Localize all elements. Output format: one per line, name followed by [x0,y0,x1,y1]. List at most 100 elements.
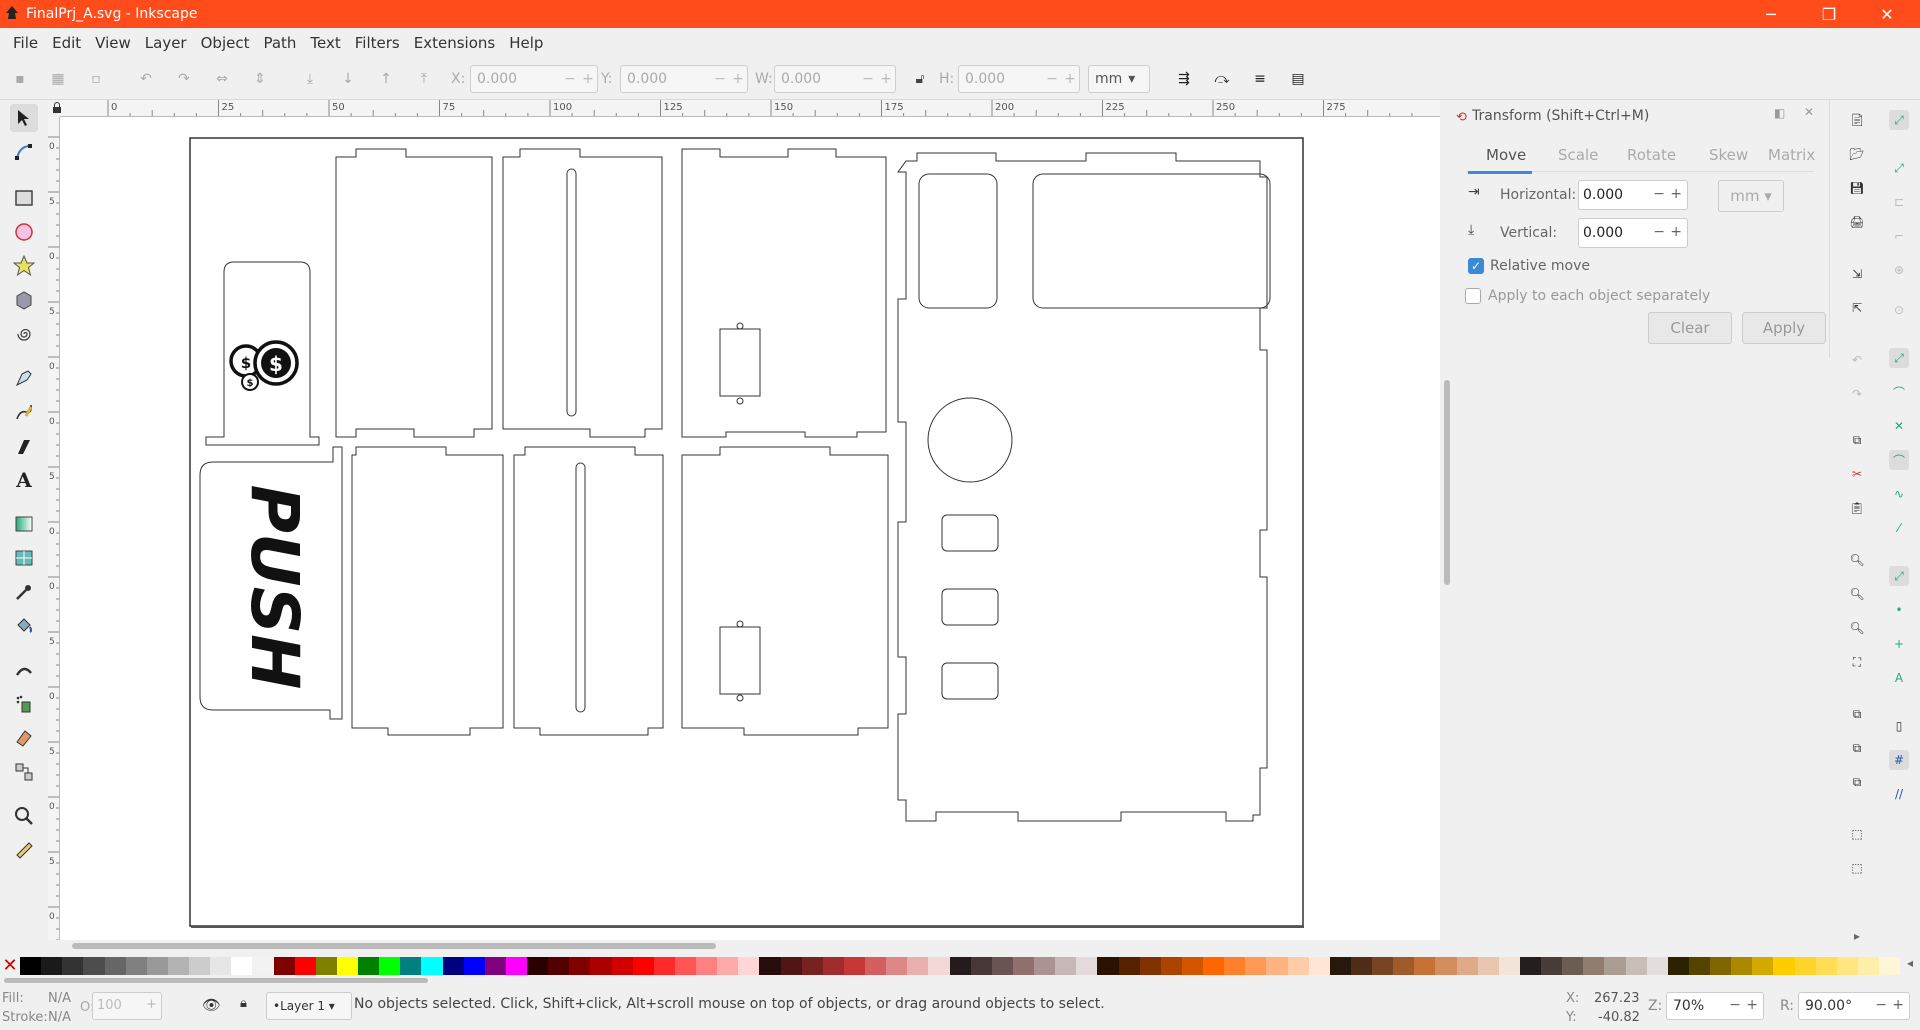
color-swatch[interactable] [590,957,612,975]
color-swatch[interactable] [294,957,316,975]
color-swatch[interactable] [780,957,802,975]
color-swatch[interactable] [1857,957,1879,975]
color-swatch[interactable] [1710,957,1732,975]
color-swatch[interactable] [653,957,675,975]
snap-guides-icon[interactable]: // [1889,784,1909,804]
open-icon[interactable]: 📂︎ [1847,144,1867,164]
apply-each-checkbox[interactable] [1465,288,1481,304]
measure-tool-icon[interactable] [10,836,38,864]
palette-menu-icon[interactable]: ◂ [1900,956,1920,976]
color-swatch[interactable] [548,957,570,975]
color-swatch[interactable] [336,957,358,975]
color-swatch[interactable] [822,957,844,975]
snap-intersections-icon[interactable]: ✕ [1889,416,1909,436]
rotate-input[interactable]: 90.00° − + [1798,992,1910,1020]
color-swatch[interactable] [189,957,211,975]
new-document-icon[interactable]: 📄︎ [1847,110,1867,130]
snap-centers-icon[interactable]: • [1889,600,1909,620]
color-swatch[interactable] [1794,957,1816,975]
color-swatch[interactable] [83,957,105,975]
color-swatch[interactable] [1076,957,1098,975]
color-swatch[interactable] [1456,957,1478,975]
snap-nodes-icon[interactable]: ⤢ [1889,348,1909,368]
color-swatch[interactable] [907,957,929,975]
horizontal-scroll-thumb[interactable] [72,943,716,949]
color-swatch[interactable] [759,957,781,975]
w-field[interactable]: W: 0.000 − + [755,65,896,93]
zoom-page-icon[interactable]: 🔍︎ [1847,618,1867,638]
color-swatch[interactable] [1329,957,1351,975]
rotate-cw-icon[interactable]: ↷ [172,67,196,91]
copy-icon[interactable]: ⧉ [1847,430,1867,450]
raise-icon[interactable]: ↑ [374,67,398,91]
undo-icon[interactable]: ↶ [1847,350,1867,370]
snap-bbox-corner-icon[interactable]: ⌐ [1889,226,1909,246]
3d-box-tool-icon[interactable] [10,286,38,314]
tweak-tool-icon[interactable] [10,656,38,684]
dock-icon[interactable]: ◧ [1774,106,1785,120]
menu-edit[interactable]: Edit [45,34,88,52]
color-swatch[interactable] [104,957,126,975]
lower-to-bottom-icon[interactable]: ⤓ [298,67,322,91]
zoom-tool-icon[interactable] [10,802,38,830]
scale-stroke-icon[interactable]: ⇶ [1172,67,1196,91]
color-swatch[interactable] [1372,957,1394,975]
select-all-layers-icon[interactable]: ▦ [46,67,70,91]
color-swatch[interactable] [125,957,147,975]
color-swatch[interactable] [1815,957,1837,975]
scale-corners-icon[interactable]: ⤼ [1210,67,1234,91]
snap-paths-icon[interactable]: ⌒ [1889,382,1909,402]
flip-horizontal-icon[interactable]: ⇔ [210,67,234,91]
calligraphy-tool-icon[interactable] [10,432,38,460]
menu-path[interactable]: Path [256,34,303,52]
color-swatch[interactable] [1097,957,1119,975]
pencil-tool-icon[interactable] [10,398,38,426]
color-swatch[interactable] [379,957,401,975]
color-swatch[interactable] [442,957,464,975]
color-swatch[interactable] [1118,957,1140,975]
palette-scrollbar[interactable] [0,976,1920,984]
color-swatch[interactable] [1435,957,1457,975]
color-swatch[interactable] [1519,957,1541,975]
color-swatch[interactable] [252,957,274,975]
color-swatch[interactable] [611,957,633,975]
color-swatch[interactable] [1139,957,1161,975]
print-icon[interactable]: 🖨︎ [1847,212,1867,232]
save-icon[interactable]: 💾︎ [1847,178,1867,198]
color-swatch[interactable] [231,957,253,975]
unlink-clone-icon[interactable]: ⧉ [1847,772,1867,792]
flip-vertical-icon[interactable]: ⇕ [248,67,272,91]
spray-tool-icon[interactable] [10,690,38,718]
horizontal-scrollbar[interactable] [48,940,1440,952]
w-decrement[interactable]: − [859,71,877,87]
paint-bucket-tool-icon[interactable] [10,612,38,640]
color-swatch[interactable] [358,957,380,975]
select-all-icon[interactable]: ▪ [8,67,32,91]
vertical-input[interactable]: 0.000− + [1578,218,1688,248]
x-increment[interactable]: + [579,71,597,87]
snap-page-border-icon[interactable]: ▯ [1889,716,1909,736]
color-swatch[interactable] [1266,957,1288,975]
color-swatch[interactable] [1646,957,1668,975]
text-tool-icon[interactable]: A [10,466,38,494]
x-field[interactable]: X: 0.000 − + [451,65,598,93]
pen-tool-icon[interactable] [10,364,38,392]
color-swatch[interactable] [949,957,971,975]
restore-button[interactable]: ❐ [1806,0,1852,28]
color-swatch[interactable] [210,957,232,975]
paste-icon[interactable]: 📋︎ [1847,498,1867,518]
color-swatch[interactable] [167,957,189,975]
lock-icon[interactable]: 🔒︎ [240,996,247,1011]
rectangle-tool-icon[interactable] [10,184,38,212]
color-swatch[interactable] [20,957,42,975]
menu-help[interactable]: Help [502,34,550,52]
color-swatch[interactable] [1203,957,1225,975]
connector-tool-icon[interactable] [10,758,38,786]
color-swatch[interactable] [146,957,168,975]
color-swatch[interactable] [1667,957,1689,975]
color-swatch[interactable] [1350,957,1372,975]
y-field[interactable]: Y: 0.000 − + [601,65,748,93]
color-swatch[interactable] [1836,957,1858,975]
color-swatch[interactable] [569,957,591,975]
vertical-scrollbar[interactable] [1440,100,1454,950]
